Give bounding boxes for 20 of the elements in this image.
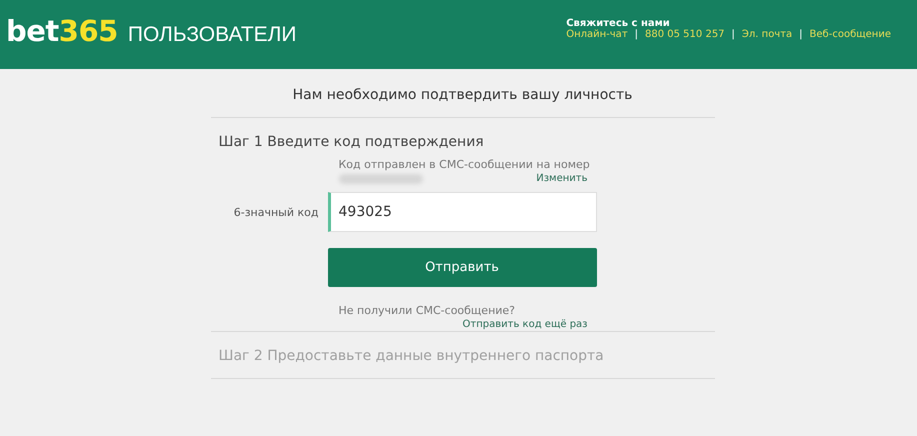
contact-link[interactable]: Веб-сообщение: [810, 28, 891, 40]
contact-link[interactable]: Эл. почта: [742, 28, 792, 40]
sms-note: Код отправлен в СМС-сообщении на номер: [338, 158, 591, 171]
not-received-text: Не получили СМС-сообщение?: [338, 304, 516, 317]
logo[interactable]: bet365: [6, 14, 118, 48]
page-title: Нам необходимо подтвердить вашу личность: [210, 69, 714, 118]
change-link[interactable]: Изменить: [536, 173, 588, 184]
section-title: ПОЛЬЗОВАТЕЛИ: [128, 22, 297, 46]
code-label: 6-значный код: [232, 206, 320, 218]
contact-link[interactable]: Онлайн-чат: [566, 28, 628, 40]
code-input-field[interactable]: 493025: [328, 192, 596, 232]
contact-link[interactable]: 880 05 510 257: [645, 28, 725, 40]
contact-title: Свяжитесь с нами: [566, 18, 671, 28]
separator: |: [732, 28, 735, 40]
separator: |: [634, 28, 638, 40]
step-heading: Шаг 2 Предоставьте данные внутреннего паспорта: [218, 347, 605, 366]
resend-link[interactable]: Отправить код ещё раз: [462, 319, 588, 330]
separator: |: [799, 28, 803, 40]
submit-button[interactable]: Отправить: [328, 248, 596, 287]
step-heading: Шаг 1 Введите код подтверждения: [218, 133, 485, 152]
